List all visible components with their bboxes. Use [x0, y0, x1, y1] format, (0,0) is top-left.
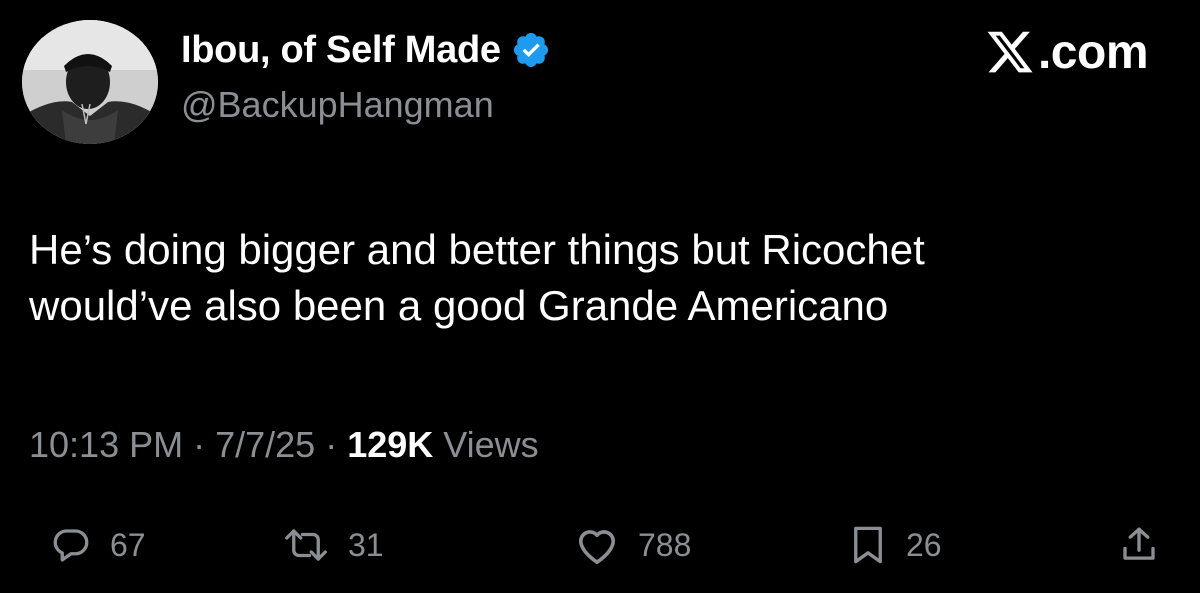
- author-name-row: Ibou, of Self Made: [181, 26, 551, 74]
- reply-icon: [53, 529, 89, 562]
- verified-badge-icon: [513, 32, 548, 68]
- bookmark-count: 26: [906, 526, 942, 563]
- share-button[interactable]: [1118, 515, 1160, 575]
- share-icon: [1123, 527, 1155, 560]
- site-domain-suffix: .com: [1037, 25, 1149, 79]
- avatar-photo: [22, 20, 158, 144]
- bookmark-icon: [854, 526, 882, 564]
- like-count: 788: [638, 526, 692, 563]
- reply-button[interactable]: 67: [50, 515, 146, 575]
- site-mark: .com: [984, 22, 1149, 82]
- tweet-date[interactable]: 7/7/25: [215, 424, 315, 466]
- tweet-card: Ibou, of Self Made @BackupHangman .com H…: [0, 0, 1200, 593]
- like-button[interactable]: 788: [574, 515, 691, 575]
- tweet-time[interactable]: 10:13 PM: [29, 424, 183, 466]
- meta-separator: ·: [325, 424, 338, 465]
- tweet-meta: 10:13 PM · 7/7/25 · 129K Views: [29, 424, 539, 466]
- repost-icon: [285, 529, 327, 561]
- repost-count: 31: [348, 526, 384, 563]
- tweet-actions: 67 31 788 26: [0, 515, 1200, 575]
- author-handle[interactable]: @BackupHangman: [181, 84, 494, 126]
- bookmark-button[interactable]: 26: [848, 515, 942, 575]
- reply-count: 67: [110, 526, 146, 563]
- views-count: 129K: [347, 424, 434, 465]
- views-label: Views: [443, 424, 539, 465]
- meta-separator: ·: [193, 424, 206, 465]
- tweet-text: He’s doing bigger and better things but …: [29, 226, 925, 329]
- author-display-name[interactable]: Ibou, of Self Made: [181, 29, 501, 72]
- x-logo-icon: [987, 31, 1033, 73]
- heart-icon: [578, 530, 616, 564]
- repost-button[interactable]: 31: [282, 515, 384, 575]
- avatar[interactable]: [22, 20, 158, 144]
